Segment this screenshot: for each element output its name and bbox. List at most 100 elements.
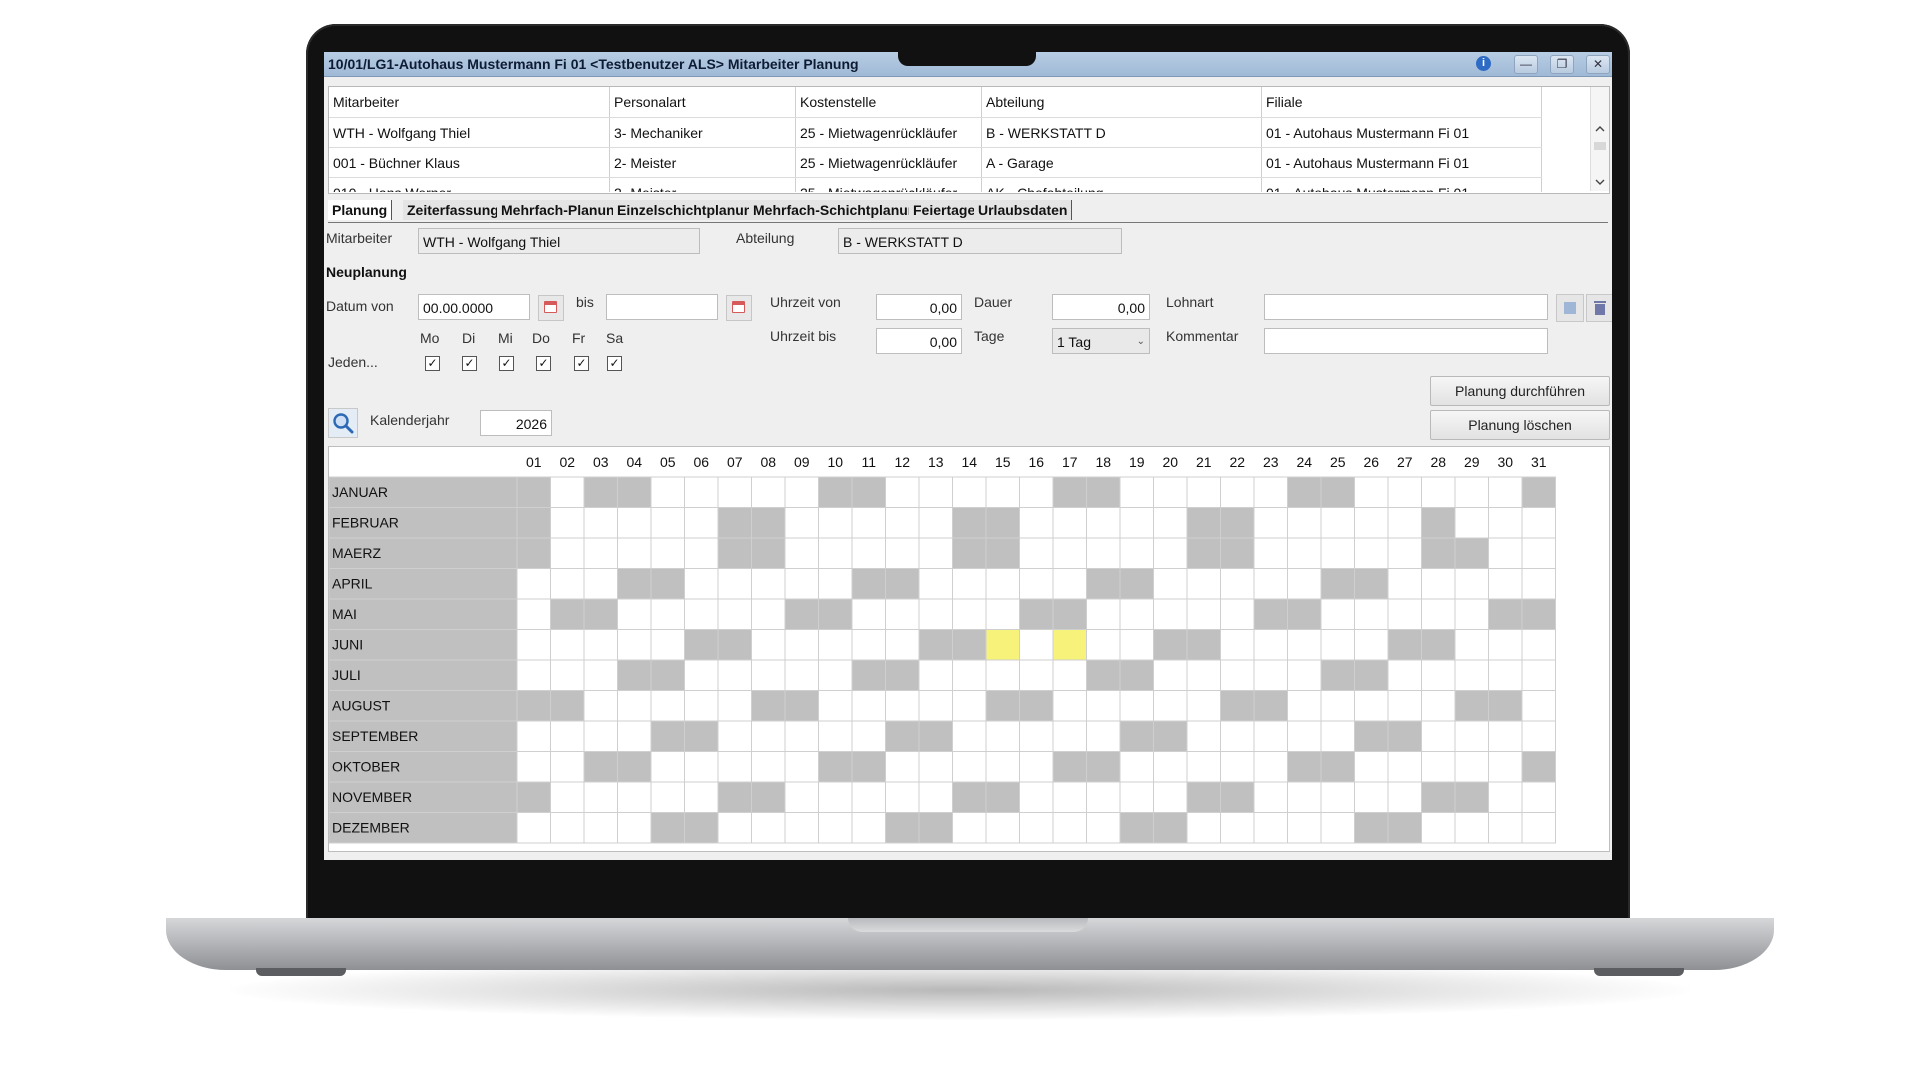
calendar-day-cell[interactable] (985, 812, 1020, 844)
calendar-day-cell[interactable] (1354, 537, 1389, 569)
planung-loeschen-button[interactable]: Planung löschen (1430, 410, 1610, 440)
calendar-day-cell[interactable] (1320, 751, 1355, 783)
calendar-day-cell[interactable] (617, 598, 652, 630)
calendar-day-cell[interactable] (818, 659, 853, 691)
calendar-day-cell[interactable] (550, 507, 585, 539)
calendar-day-cell[interactable] (1153, 629, 1188, 661)
calendar-day-cell[interactable] (684, 720, 719, 752)
calendar-day-cell[interactable] (985, 629, 1020, 661)
datum-von-input[interactable]: 00.00.0000 (418, 294, 530, 320)
calendar-day-cell[interactable] (952, 507, 987, 539)
calendar-day-cell[interactable] (818, 598, 853, 630)
calendar-day-cell[interactable] (784, 781, 819, 813)
calendar-day-cell[interactable] (885, 751, 920, 783)
calendar-day-cell[interactable] (918, 537, 953, 569)
calendar-day-cell[interactable] (1521, 537, 1556, 569)
calendar-day-cell[interactable] (1454, 537, 1489, 569)
calendar-day-cell[interactable] (885, 720, 920, 752)
tab-mehrfach-schichtplanung[interactable]: Mehrfach-Schichtplanung (749, 200, 930, 220)
calendar-day-cell[interactable] (1019, 598, 1054, 630)
calendar-day-cell[interactable] (1488, 751, 1523, 783)
calendar-day-cell[interactable] (1287, 781, 1322, 813)
calendar-day-cell[interactable] (851, 720, 886, 752)
calendar-day-cell[interactable] (1421, 598, 1456, 630)
checkbox-do[interactable]: ✓ (536, 356, 551, 371)
calendar-day-cell[interactable] (516, 629, 551, 661)
calendar-day-cell[interactable] (1119, 537, 1154, 569)
calendar-day-cell[interactable] (1220, 568, 1255, 600)
calendar-day-cell[interactable] (885, 568, 920, 600)
calendar-day-cell[interactable] (1119, 781, 1154, 813)
calendar-day-cell[interactable] (650, 598, 685, 630)
calendar-day-cell[interactable] (1019, 537, 1054, 569)
calendar-icon[interactable] (538, 295, 564, 321)
calendar-day-cell[interactable] (1186, 629, 1221, 661)
uhrzeit-bis-input[interactable]: 0,00 (876, 328, 962, 354)
calendar-day-cell[interactable] (1153, 568, 1188, 600)
calendar-day-cell[interactable] (1421, 629, 1456, 661)
calendar-day-cell[interactable] (1119, 690, 1154, 722)
calendar-day-cell[interactable] (952, 476, 987, 508)
calendar-day-cell[interactable] (1153, 476, 1188, 508)
calendar-day-cell[interactable] (717, 629, 752, 661)
calendar-day-cell[interactable] (1153, 659, 1188, 691)
calendar-day-cell[interactable] (650, 568, 685, 600)
calendar-day-cell[interactable] (952, 598, 987, 630)
calendar-day-cell[interactable] (1287, 598, 1322, 630)
calendar-day-cell[interactable] (1253, 690, 1288, 722)
calendar-day-cell[interactable] (1019, 812, 1054, 844)
calendar-day-cell[interactable] (583, 720, 618, 752)
calendar-day-cell[interactable] (1052, 476, 1087, 508)
calendar-day-cell[interactable] (516, 812, 551, 844)
calendar-day-cell[interactable] (516, 781, 551, 813)
calendar-day-cell[interactable] (550, 690, 585, 722)
planung-durchfuehren-button[interactable]: Planung durchführen (1430, 376, 1610, 406)
calendar-day-cell[interactable] (952, 568, 987, 600)
calendar-day-cell[interactable] (1253, 812, 1288, 844)
calendar-day-cell[interactable] (583, 751, 618, 783)
calendar-day-cell[interactable] (1052, 629, 1087, 661)
calendar-day-cell[interactable] (1119, 659, 1154, 691)
calendar-day-cell[interactable] (1387, 629, 1422, 661)
calendar-day-cell[interactable] (583, 598, 618, 630)
calendar-day-cell[interactable] (851, 476, 886, 508)
calendar-day-cell[interactable] (650, 629, 685, 661)
calendar-day-cell[interactable] (1320, 781, 1355, 813)
calendar-day-cell[interactable] (1153, 598, 1188, 630)
calendar-day-cell[interactable] (1488, 720, 1523, 752)
calendar-day-cell[interactable] (851, 690, 886, 722)
calendar-day-cell[interactable] (851, 751, 886, 783)
calendar-icon[interactable] (726, 295, 752, 321)
calendar-day-cell[interactable] (952, 629, 987, 661)
calendar-day-cell[interactable] (751, 812, 786, 844)
checkbox-fr[interactable]: ✓ (574, 356, 589, 371)
tab-einzelschichtplanung[interactable]: Einzelschichtplanung (613, 200, 766, 220)
calendar-day-cell[interactable] (684, 476, 719, 508)
calendar-day-cell[interactable] (650, 476, 685, 508)
calendar-day-cell[interactable] (751, 598, 786, 630)
calendar-day-cell[interactable] (1421, 568, 1456, 600)
calendar-day-cell[interactable] (885, 690, 920, 722)
calendar-day-cell[interactable] (1354, 507, 1389, 539)
calendar-day-cell[interactable] (1354, 720, 1389, 752)
calendar-day-cell[interactable] (985, 781, 1020, 813)
calendar-day-cell[interactable] (1186, 751, 1221, 783)
calendar-day-cell[interactable] (1052, 598, 1087, 630)
calendar-day-cell[interactable] (717, 659, 752, 691)
calendar-day-cell[interactable] (1354, 781, 1389, 813)
calendar-day-cell[interactable] (985, 690, 1020, 722)
calendar-day-cell[interactable] (1454, 568, 1489, 600)
calendar-day-cell[interactable] (1287, 568, 1322, 600)
calendar-day-cell[interactable] (751, 781, 786, 813)
calendar-day-cell[interactable] (1287, 507, 1322, 539)
calendar-day-cell[interactable] (583, 476, 618, 508)
calendar-day-cell[interactable] (684, 598, 719, 630)
calendar-day-cell[interactable] (952, 781, 987, 813)
dauer-input[interactable]: 0,00 (1052, 294, 1150, 320)
calendar-day-cell[interactable] (1086, 812, 1121, 844)
calendar-day-cell[interactable] (751, 568, 786, 600)
calendar-day-cell[interactable] (1421, 751, 1456, 783)
calendar-day-cell[interactable] (918, 812, 953, 844)
calendar-day-cell[interactable] (1086, 598, 1121, 630)
tab-mehrfach-planung[interactable]: Mehrfach-Planung (497, 200, 629, 220)
